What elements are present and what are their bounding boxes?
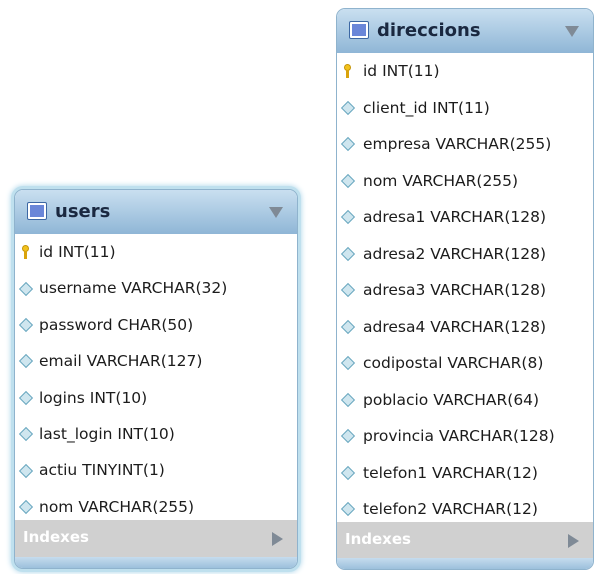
column-diamond-icon	[18, 317, 34, 333]
column-label: id INT(11)	[39, 243, 116, 261]
column-label: empresa VARCHAR(255)	[363, 135, 552, 153]
column-row[interactable]: poblacio VARCHAR(64)	[337, 382, 593, 419]
column-row[interactable]: email VARCHAR(127)	[15, 343, 297, 379]
column-diamond-icon	[340, 246, 356, 261]
column-row[interactable]: last_login INT(10)	[15, 416, 297, 452]
column-row[interactable]: username VARCHAR(32)	[15, 270, 297, 306]
column-row[interactable]: adresa1 VARCHAR(128)	[337, 199, 593, 236]
column-row[interactable]: actiu TINYINT(1)	[15, 452, 297, 488]
indexes-section[interactable]: Indexes	[15, 520, 297, 557]
column-diamond-icon	[18, 463, 34, 478]
column-diamond-icon	[340, 356, 356, 371]
expand-triangle-icon[interactable]	[272, 532, 283, 546]
column-row[interactable]: adresa4 VARCHAR(128)	[337, 309, 593, 346]
collapse-triangle-icon[interactable]	[269, 207, 283, 218]
expand-triangle-icon[interactable]	[568, 534, 579, 548]
table-bottom-bar	[337, 558, 593, 569]
column-row[interactable]: empresa VARCHAR(255)	[337, 126, 593, 163]
column-label: id INT(11)	[363, 62, 440, 80]
table-header[interactable]: direccions	[337, 9, 593, 53]
column-diamond-icon	[18, 354, 34, 369]
column-row[interactable]: client_id INT(11)	[337, 90, 593, 127]
indexes-label: Indexes	[345, 530, 411, 548]
column-label: adresa4 VARCHAR(128)	[363, 317, 547, 336]
column-list: id INT(11) username VARCHAR(32) password…	[15, 234, 297, 525]
column-row[interactable]: id INT(11)	[15, 234, 297, 270]
column-row[interactable]: adresa2 VARCHAR(128)	[337, 236, 593, 273]
column-label: email VARCHAR(127)	[39, 352, 203, 371]
column-row[interactable]: telefon1 VARCHAR(12)	[337, 455, 593, 492]
column-label: username VARCHAR(32)	[39, 279, 228, 298]
column-diamond-icon	[340, 210, 356, 225]
table-bottom-bar	[15, 557, 297, 568]
table-title: direccions	[377, 20, 481, 41]
column-diamond-icon	[18, 499, 34, 514]
key-icon	[344, 64, 351, 79]
key-icon	[22, 245, 29, 260]
column-row[interactable]: logins INT(10)	[15, 380, 297, 416]
column-label: poblacio VARCHAR(64)	[363, 390, 540, 409]
column-label: provincia VARCHAR(128)	[363, 427, 555, 445]
column-label: codipostal VARCHAR(8)	[363, 354, 544, 372]
column-label: telefon2 VARCHAR(12)	[363, 500, 538, 518]
column-row[interactable]: id INT(11)	[337, 53, 593, 90]
column-diamond-icon	[340, 502, 356, 517]
column-diamond-icon	[340, 465, 356, 480]
indexes-section[interactable]: Indexes	[337, 522, 593, 558]
column-label: adresa3 VARCHAR(128)	[363, 281, 547, 299]
column-label: last_login INT(10)	[39, 424, 175, 443]
column-row[interactable]: password CHAR(50)	[15, 307, 297, 343]
column-diamond-icon	[340, 319, 356, 334]
column-label: password CHAR(50)	[39, 315, 194, 334]
column-diamond-icon	[18, 281, 34, 296]
column-diamond-icon	[340, 137, 356, 152]
column-label: actiu TINYINT(1)	[39, 461, 165, 480]
column-label: adresa2 VARCHAR(128)	[363, 244, 547, 263]
column-list: id INT(11) client_id INT(11) empresa VAR…	[337, 53, 593, 528]
table-users[interactable]: users id INT(11) username VARCHAR(32) pa…	[14, 189, 298, 569]
column-diamond-icon	[340, 283, 356, 298]
column-diamond-icon	[340, 429, 356, 444]
column-row[interactable]: nom VARCHAR(255)	[337, 163, 593, 200]
column-row[interactable]: provincia VARCHAR(128)	[337, 418, 593, 455]
table-icon	[349, 21, 369, 39]
table-title: users	[55, 201, 111, 222]
column-label: client_id INT(11)	[363, 98, 490, 117]
column-label: nom VARCHAR(255)	[363, 171, 519, 190]
table-icon	[27, 202, 47, 220]
column-diamond-icon	[18, 390, 34, 405]
column-row[interactable]: codipostal VARCHAR(8)	[337, 345, 593, 382]
column-label: adresa1 VARCHAR(128)	[363, 208, 547, 226]
table-direccions[interactable]: direccions id INT(11) client_id INT(11) …	[336, 8, 594, 570]
column-label: nom VARCHAR(255)	[39, 497, 195, 516]
column-row[interactable]: adresa3 VARCHAR(128)	[337, 272, 593, 309]
column-label: telefon1 VARCHAR(12)	[363, 463, 538, 482]
column-diamond-icon	[18, 427, 34, 442]
column-diamond-icon	[340, 100, 356, 115]
collapse-triangle-icon[interactable]	[565, 26, 579, 37]
column-diamond-icon	[340, 173, 356, 188]
table-header[interactable]: users	[15, 190, 297, 234]
column-diamond-icon	[340, 392, 356, 407]
indexes-label: Indexes	[23, 528, 89, 546]
column-label: logins INT(10)	[39, 388, 148, 407]
